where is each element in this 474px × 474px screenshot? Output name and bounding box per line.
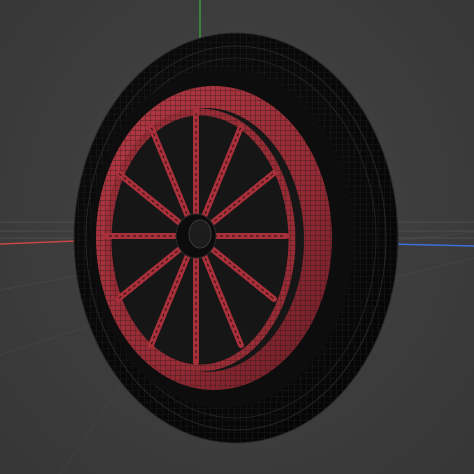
viewport-canvas[interactable] [0, 0, 474, 474]
3d-viewport[interactable] [0, 0, 474, 474]
z-axis-line [389, 243, 474, 247]
hub-cap [188, 219, 212, 249]
wheel-model[interactable] [73, 32, 399, 444]
